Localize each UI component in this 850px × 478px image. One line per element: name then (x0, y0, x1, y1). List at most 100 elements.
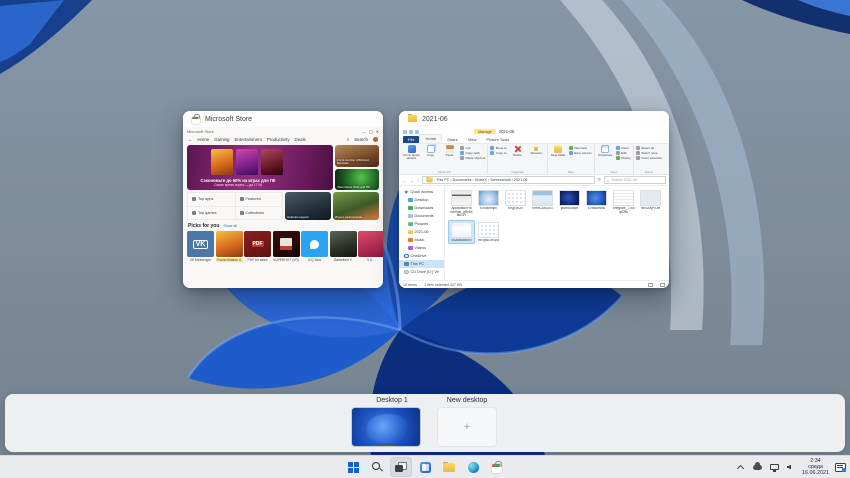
file-explorer-button[interactable] (438, 457, 460, 477)
pin-quick-access-button: Pin to Quick access (403, 145, 420, 160)
store-side-card-1-caption: Forza Horizon 4 Blizzard Mountain (337, 157, 369, 166)
store-card-header: Microsoft Store (183, 111, 383, 127)
store-link-top-games-label: Top games (198, 210, 217, 215)
store-tile-clipped-label: 5 G… (367, 258, 376, 262)
sidebar-item-desktop: Desktop (399, 196, 444, 204)
pushpin-icon (407, 145, 416, 153)
document-icon (408, 213, 413, 219)
copy-path-button: Copy path (460, 151, 485, 155)
file-thumbnail (559, 190, 580, 206)
store-button[interactable] (486, 457, 508, 477)
status-bar: 10 items 1 item selected 427 KB (399, 280, 669, 288)
sidebar-item-quick-access: Quick access (399, 188, 444, 196)
forza-cover (215, 231, 243, 257)
tab-file: File (403, 136, 420, 143)
store-app-icon (192, 114, 200, 124)
store-titlebar: Microsoft Store — ▢ ✕ (183, 127, 383, 135)
copy-button: Copy (422, 145, 439, 157)
file-item: mfnnCUsLuc3 (530, 189, 555, 219)
store-thumbnail: Microsoft Store — ▢ ✕ ← Home Gaming Ente… (183, 127, 383, 288)
history-button: History (615, 156, 631, 160)
new-desktop-button[interactable]: + (437, 407, 497, 447)
breadcrumb-path: This PC › Documents › ShareX › Screensho… (436, 178, 528, 182)
file-thumbnail (478, 221, 499, 238)
tray-overflow-button[interactable] (734, 458, 746, 476)
folder-icon (443, 461, 455, 473)
clipboard-icon (445, 145, 454, 153)
sidebar-item-documents: Documents (399, 212, 444, 220)
open-icon (615, 146, 620, 150)
file-thumbnail (478, 190, 499, 206)
store-side-card-2-caption: Xbox Game Pass для ПК (337, 184, 370, 189)
sidebar-item-this-pc: This PC (399, 260, 444, 268)
music-icon (408, 237, 413, 243)
game-cover-dark (261, 149, 283, 175)
history-icon (615, 156, 620, 160)
move-to-icon (490, 146, 495, 150)
edge-icon (467, 461, 479, 473)
store-mid-card-2-caption: Игры и развлечения (335, 214, 363, 219)
store-link-featured-label: Featured (245, 197, 261, 202)
task-view-button[interactable] (390, 457, 412, 477)
sidebar-item-videos: Videos (399, 244, 444, 252)
copy-path-icon (460, 151, 464, 155)
widgets-button[interactable] (414, 457, 436, 477)
task-view-window-store[interactable]: Microsoft Store Microsoft Store — ▢ ✕ ← … (183, 111, 383, 288)
ribbon: Pin to Quick access Copy Paste Cut Copy … (399, 144, 669, 175)
store-mid-row: Top apps Featured Top games Collections (183, 190, 383, 220)
onedrive-tray-button[interactable] (751, 458, 763, 476)
maximize-icon: ▢ (368, 128, 373, 134)
store-side-card-2: Xbox Game Pass для ПК (335, 168, 379, 190)
tab-picture-tools: Picture Tools (486, 137, 510, 142)
clock[interactable]: 2:34 среда 16.06.2021 (802, 458, 829, 476)
ribbon-tabs: File Home Share View Picture Tools (399, 134, 669, 144)
start-button[interactable] (342, 457, 364, 477)
folder-icon (426, 177, 433, 183)
ribbon-group-clipboard: Pin to Quick access Copy Paste Cut Copy … (401, 145, 489, 174)
store-tile-icq: ICQ New (301, 231, 328, 262)
search-icon (372, 462, 383, 473)
cut-button: Cut (460, 146, 485, 150)
desktop1-label: Desktop 1 (376, 397, 408, 404)
star-icon (404, 189, 409, 194)
desktop1-wallpaper-preview (366, 414, 408, 444)
disc-icon (404, 269, 409, 275)
copy-to-icon (490, 151, 495, 155)
file-item: fvXjjr3RZ0 (503, 189, 528, 219)
explorer-search-placeholder: Search 2021-06 (611, 178, 637, 182)
cloud-icon (404, 253, 409, 259)
search-icon: ⌕ (607, 177, 610, 183)
status-selection: 1 item selected 427 KB (423, 282, 462, 287)
close-icon: ✕ (375, 128, 379, 134)
store-window-controls: — ▢ ✕ (362, 129, 379, 134)
taskbar-center (342, 457, 508, 477)
paste-button: Paste (441, 145, 458, 157)
speaker-icon (787, 464, 792, 470)
plus-icon: + (463, 421, 471, 433)
task-view-window-explorer[interactable]: 2021-06 Manage 2021-06 File Home Share V… (399, 111, 669, 288)
store-search-label: Search (354, 137, 368, 142)
clipped-cover (358, 231, 383, 257)
store-tile-superhot-label: SUPERHOT (VR) (273, 258, 299, 262)
edge-button[interactable] (462, 457, 484, 477)
thumbnail-view-icon (660, 282, 665, 287)
task-view-screen: Microsoft Store Microsoft Store — ▢ ✕ ← … (0, 0, 850, 478)
file-thumbnail (505, 190, 526, 206)
group-label-open: Open (610, 170, 618, 174)
ribbon-group-new: New folder New item Easy access New (548, 145, 595, 174)
store-side-card-1: Forza Horizon 4 Blizzard Mountain (335, 145, 379, 167)
network-tray-button[interactable] (768, 458, 780, 476)
search-button[interactable] (366, 457, 388, 477)
desktop1-thumbnail[interactable] (351, 407, 421, 447)
paste-shortcut-button: Paste shortcut (460, 156, 485, 160)
explorer-window-title: 2021-06 (498, 129, 515, 134)
explorer-main: Quick access Desktop Downloads Documents… (399, 186, 669, 280)
search-icon: ⌕ (346, 137, 350, 142)
store-titlebar-name: Microsoft Store (187, 128, 214, 134)
rename-button: Rename (528, 145, 545, 155)
notification-center-button[interactable] (834, 458, 846, 476)
widgets-icon (419, 461, 431, 473)
download-icon (408, 205, 413, 211)
volume-tray-button[interactable] (785, 458, 797, 476)
store-bag-icon (492, 461, 502, 473)
